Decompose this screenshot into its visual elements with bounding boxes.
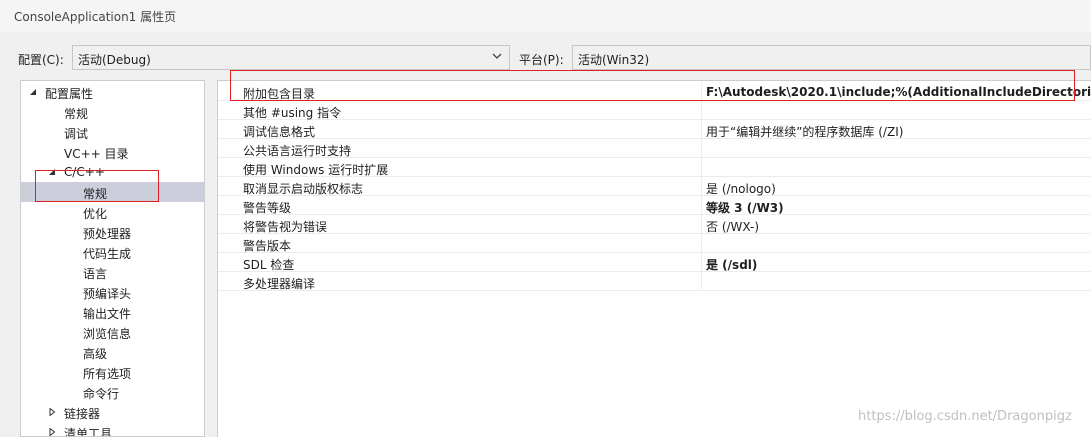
property-name: 其他 #using 指令: [243, 106, 342, 120]
tree-item-browse-information[interactable]: 浏览信息: [21, 322, 204, 342]
tree-item-language[interactable]: 语言: [21, 262, 204, 282]
tree-item-c-cpp[interactable]: C/C++: [21, 162, 204, 182]
property-row-using-directives[interactable]: 其他 #using 指令: [218, 101, 1091, 120]
tree-item-label: 高级: [83, 347, 108, 361]
property-row-windows-runtime-ext[interactable]: 使用 Windows 运行时扩展: [218, 158, 1091, 177]
collapsed-caret-icon[interactable]: [48, 408, 56, 416]
platform-value: 活动(Win32): [578, 53, 650, 67]
property-name: 使用 Windows 运行时扩展: [243, 163, 389, 177]
tree-item-optimization[interactable]: 优化: [21, 202, 204, 222]
tree-item-preprocessor[interactable]: 预处理器: [21, 222, 204, 242]
tree-item-label: 命令行: [83, 387, 120, 401]
window-title: ConsoleApplication1 属性页: [14, 10, 177, 24]
property-row-clr-support[interactable]: 公共语言运行时支持: [218, 139, 1091, 158]
tree-item-label: 优化: [83, 207, 108, 221]
tree-item-command-line[interactable]: 命令行: [21, 382, 204, 402]
column-divider: [701, 253, 702, 272]
collapsed-caret-icon[interactable]: [48, 428, 56, 436]
tree-item-label: 预编译头: [83, 287, 132, 301]
column-divider: [701, 177, 702, 196]
property-value[interactable]: 用于“编辑并继续”的程序数据库 (/ZI): [706, 123, 903, 140]
tree-item-label: 配置属性: [45, 87, 94, 101]
expanded-caret-icon[interactable]: [29, 88, 37, 96]
watermark-text: https://blog.csdn.net/Dragonpigz: [858, 409, 1072, 424]
tree-item-general[interactable]: 常规: [21, 102, 204, 122]
column-divider: [701, 120, 702, 139]
property-name: 多处理器编译: [243, 277, 316, 291]
column-divider: [701, 139, 702, 158]
property-name: 警告等级: [243, 201, 292, 215]
tree-item-all-options[interactable]: 所有选项: [21, 362, 204, 382]
platform-dropdown[interactable]: 活动(Win32): [572, 45, 1091, 70]
tree-item-advanced[interactable]: 高级: [21, 342, 204, 362]
tree-item-label: 预处理器: [83, 227, 132, 241]
property-grid: 附加包含目录 F:\Autodesk\2020.1\include;%(Addi…: [217, 80, 1091, 437]
property-value[interactable]: 是 (/sdl): [706, 256, 757, 273]
tree-item-c-cpp-general[interactable]: 常规: [21, 182, 204, 202]
column-divider: [701, 196, 702, 215]
column-divider: [701, 215, 702, 234]
property-name: 公共语言运行时支持: [243, 144, 352, 158]
property-row-debug-info-format[interactable]: 调试信息格式 用于“编辑并继续”的程序数据库 (/ZI): [218, 120, 1091, 139]
tree-item-label: 清单工具: [64, 427, 113, 437]
tree-item-manifest-tool[interactable]: 清单工具: [21, 422, 204, 437]
configuration-bar: 配置(C): 活动(Debug) 平台(P): 活动(Win32): [0, 42, 1091, 74]
tree-item-label: 输出文件: [83, 307, 132, 321]
tree-item-debugging[interactable]: 调试: [21, 122, 204, 142]
property-name: SDL 检查: [243, 258, 295, 272]
property-tree: 配置属性 常规 调试 VC++ 目录 C/C++ 常规 优化 预处理器 代码生成…: [20, 80, 205, 437]
property-value[interactable]: F:\Autodesk\2020.1\include;%(AdditionalI…: [706, 85, 1091, 99]
tree-item-label: 浏览信息: [83, 327, 132, 341]
tree-item-vc-directories[interactable]: VC++ 目录: [21, 142, 204, 162]
property-value[interactable]: 是 (/nologo): [706, 180, 776, 197]
property-row-warning-version[interactable]: 警告版本: [218, 234, 1091, 253]
property-row-sdl-checks[interactable]: SDL 检查 是 (/sdl): [218, 253, 1091, 272]
tree-item-precompiled-headers[interactable]: 预编译头: [21, 282, 204, 302]
title-bar: ConsoleApplication1 属性页: [0, 0, 1091, 32]
tree-item-label: 常规: [64, 107, 89, 121]
tree-item-linker[interactable]: 链接器: [21, 402, 204, 422]
tree-item-label: VC++ 目录: [64, 147, 129, 161]
tree-item-label: 调试: [64, 127, 89, 141]
tree-item-label: 链接器: [64, 407, 101, 421]
tree-item-label: 常规: [83, 187, 108, 201]
column-divider: [701, 101, 702, 120]
property-name: 取消显示启动版权标志: [243, 182, 364, 196]
column-divider: [701, 272, 702, 291]
column-divider: [701, 234, 702, 253]
tree-item-label: 所有选项: [83, 367, 132, 381]
tree-item-label: 语言: [83, 267, 108, 281]
configuration-value: 活动(Debug): [78, 53, 151, 67]
expanded-caret-icon[interactable]: [48, 168, 56, 176]
configuration-dropdown[interactable]: 活动(Debug): [72, 45, 510, 70]
property-row-multiprocessor-compile[interactable]: 多处理器编译: [218, 272, 1091, 291]
property-name: 警告版本: [243, 239, 292, 253]
property-row-additional-include-dirs[interactable]: 附加包含目录 F:\Autodesk\2020.1\include;%(Addi…: [218, 82, 1091, 101]
tree-item-code-generation[interactable]: 代码生成: [21, 242, 204, 262]
property-value[interactable]: 等级 3 (/W3): [706, 199, 784, 216]
property-value[interactable]: 否 (/WX-): [706, 218, 759, 235]
property-name: 将警告视为错误: [243, 220, 328, 234]
property-row-warning-level[interactable]: 警告等级 等级 3 (/W3): [218, 196, 1091, 215]
property-row-warnings-as-errors[interactable]: 将警告视为错误 否 (/WX-): [218, 215, 1091, 234]
property-name: 附加包含目录: [243, 87, 316, 101]
tree-item-label: C/C++: [64, 165, 105, 179]
property-row-suppress-logo[interactable]: 取消显示启动版权标志 是 (/nologo): [218, 177, 1091, 196]
chevron-down-icon: [492, 53, 502, 59]
property-name: 调试信息格式: [243, 125, 316, 139]
column-divider: [701, 158, 702, 177]
column-divider: [701, 82, 702, 101]
platform-label: 平台(P):: [519, 53, 564, 67]
tree-item-output-files[interactable]: 输出文件: [21, 302, 204, 322]
tree-item-label: 代码生成: [83, 247, 132, 261]
configuration-label: 配置(C):: [18, 53, 64, 67]
tree-item-config-properties[interactable]: 配置属性: [21, 82, 204, 102]
